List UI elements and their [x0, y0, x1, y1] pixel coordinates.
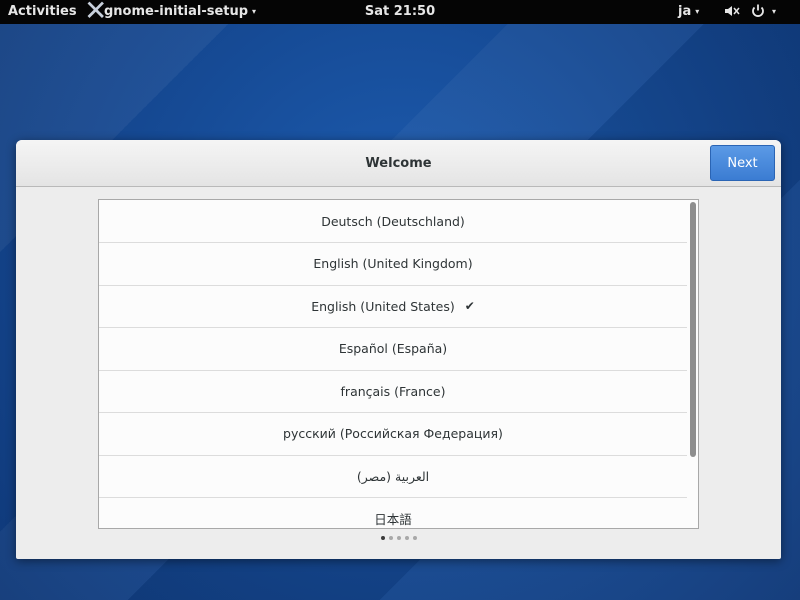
clock[interactable]: Sat 21:50 — [365, 4, 435, 19]
power-icon — [750, 3, 766, 19]
activities-button[interactable]: Activities — [8, 4, 77, 19]
scrollbar-thumb[interactable] — [690, 202, 696, 457]
initial-setup-dialog: Welcome Next Deutsch (Deutschland) Englis… — [16, 140, 781, 559]
page-dot — [380, 536, 385, 540]
language-label: Español (España) — [338, 341, 448, 356]
language-label: English (United States) — [311, 298, 455, 314]
list-item[interactable]: français (France) — [99, 370, 687, 413]
app-menu[interactable]: gnome-initial-setup ▾ — [86, 4, 256, 19]
scrollbar[interactable] — [690, 202, 696, 526]
list-item[interactable]: русский (Российская Федерация) — [99, 413, 687, 456]
input-source-menu[interactable]: ja ▾ — [678, 4, 699, 19]
list-item[interactable]: Deutsch (Deutschland) — [99, 200, 687, 243]
chevron-down-icon: ▾ — [695, 7, 700, 16]
list-item[interactable]: Español (España) — [99, 328, 687, 371]
volume-muted-icon[interactable] — [724, 4, 740, 21]
input-source-label: ja — [678, 4, 692, 19]
chevron-down-icon: ▾ — [252, 7, 257, 16]
page-dot — [404, 536, 409, 540]
checkmark-icon: ✔ — [464, 299, 475, 313]
page-indicator — [16, 536, 781, 540]
language-list: Deutsch (Deutschland) English (United Kin… — [98, 199, 699, 529]
page-dot — [388, 536, 393, 540]
language-label: русский (Российская Федерация) — [283, 426, 503, 441]
next-button[interactable]: Next — [710, 145, 775, 181]
page-title: Welcome — [365, 156, 432, 171]
page-dot — [396, 536, 401, 540]
list-item[interactable]: 日本語 — [99, 498, 687, 529]
language-label: 日本語 — [374, 512, 412, 527]
language-label: English (United Kingdom) — [313, 256, 473, 271]
list-item[interactable]: English (United Kingdom) — [99, 243, 687, 286]
list-item[interactable]: English (United States) ✔ — [99, 285, 687, 328]
page-dot — [412, 536, 417, 540]
list-item[interactable]: العربية (مصر) — [99, 455, 687, 498]
top-bar: Activities ✕ gnome-initial-setup ▾ Sat 2… — [0, 0, 800, 25]
language-label: العربية (مصر) — [356, 468, 430, 484]
language-label: Deutsch (Deutschland) — [321, 213, 465, 229]
system-menu[interactable]: ▾ — [750, 3, 776, 19]
dialog-header: Welcome Next — [16, 140, 781, 187]
language-label: français (France) — [340, 383, 446, 399]
app-menu-label: gnome-initial-setup — [104, 4, 249, 19]
chevron-down-icon: ▾ — [772, 6, 777, 16]
